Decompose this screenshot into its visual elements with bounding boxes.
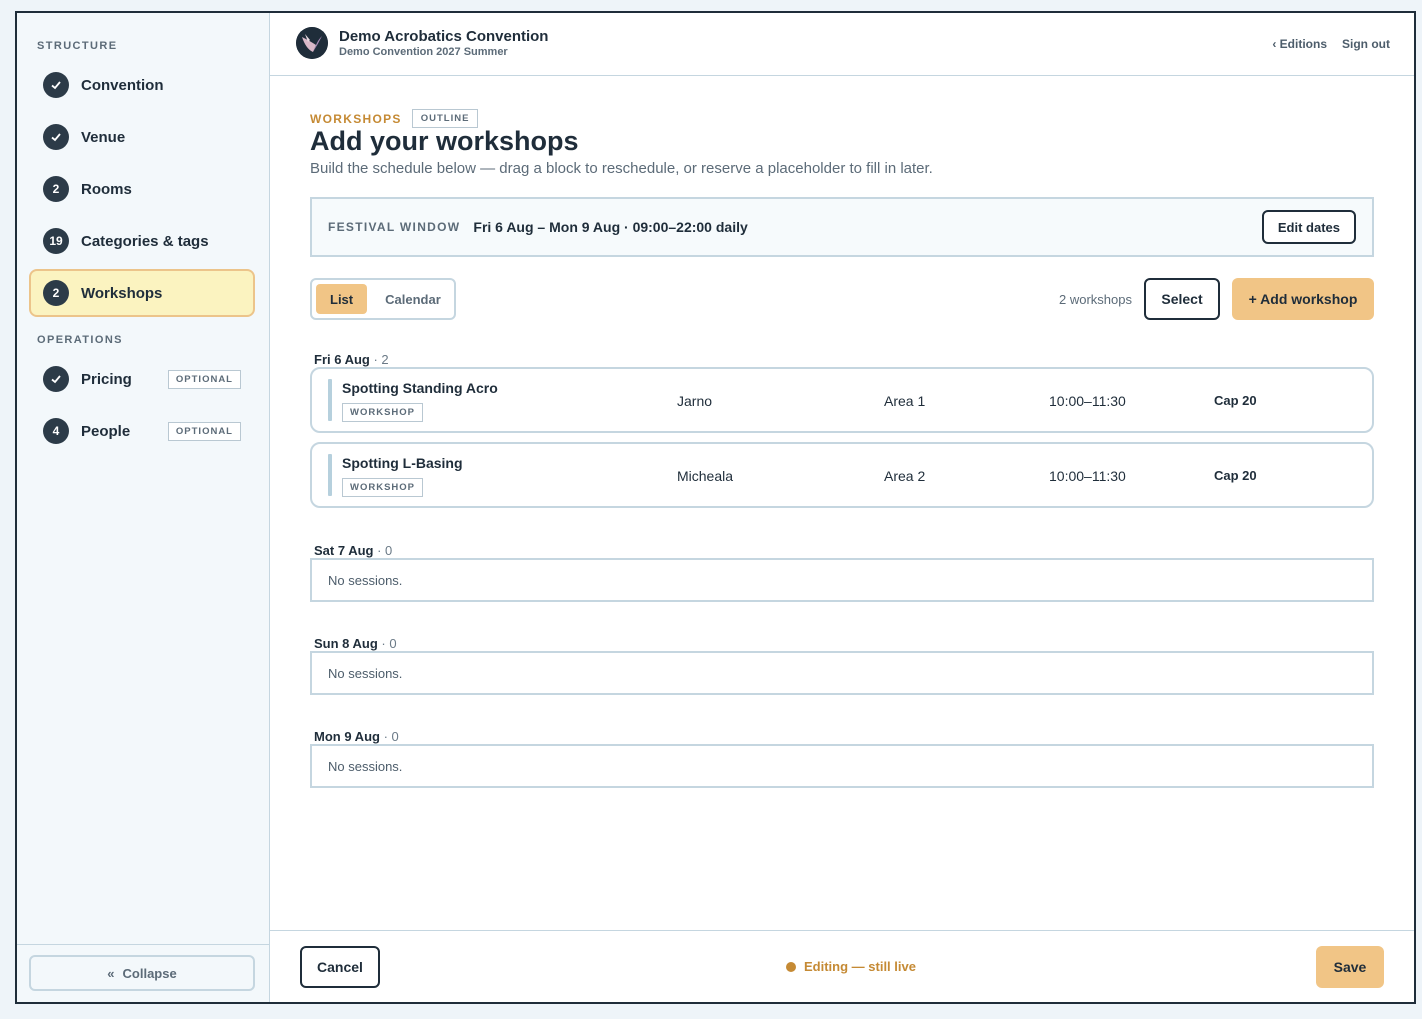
drag-handle[interactable]: [328, 379, 332, 421]
workshop-row[interactable]: Spotting Standing Acro WORKSHOP Jarno Ar…: [310, 367, 1374, 433]
day-count: · 0: [377, 636, 397, 651]
count-badge: 4: [43, 418, 69, 444]
edit-dates-button[interactable]: Edit dates: [1261, 210, 1356, 244]
sidebar-item-pricing[interactable]: Pricing OPTIONAL: [29, 355, 255, 403]
sign-out-link[interactable]: Sign out: [1342, 37, 1390, 51]
app-window: STRUCTURE Convention Venue 2 Rooms 19 Ca…: [15, 11, 1416, 1004]
count-badge: 2: [43, 280, 69, 306]
festival-window-value: Fri 6 Aug – Mon 9 Aug · 09:00–22:00 dail…: [473, 219, 748, 235]
day-count: · 0: [373, 543, 393, 558]
workshop-name: Spotting L-Basing: [342, 455, 463, 471]
select-button[interactable]: Select: [1144, 278, 1220, 320]
top-bar: Demo Acrobatics Convention Demo Conventi…: [270, 13, 1414, 76]
day-count: · 2: [369, 352, 389, 367]
sidebar-item-convention[interactable]: Convention: [29, 61, 255, 109]
day-label: Sat 7 Aug: [314, 543, 374, 558]
festival-window-box: FESTIVAL WINDOW Fri 6 Aug – Mon 9 Aug · …: [310, 197, 1374, 257]
workshop-type-tag: WORKSHOP: [342, 478, 423, 497]
workshop-row[interactable]: Spotting L-Basing WORKSHOP Micheala Area…: [310, 442, 1374, 508]
workshop-type-tag: WORKSHOP: [342, 403, 423, 422]
sidebar-item-label: Venue: [81, 128, 126, 146]
sidebar: STRUCTURE Convention Venue 2 Rooms 19 Ca…: [17, 13, 270, 1002]
edit-status: Editing — still live: [786, 959, 916, 974]
status-text: Editing — still live: [804, 959, 916, 974]
day-label: Fri 6 Aug: [314, 352, 370, 367]
sidebar-item-label: Pricing: [81, 370, 132, 388]
empty-day-slot[interactable]: No sessions.: [310, 558, 1374, 602]
section-eyebrow: WORKSHOPS: [310, 111, 402, 126]
add-workshop-button[interactable]: + Add workshop: [1232, 278, 1374, 320]
workshop-capacity: Cap 20: [1214, 393, 1257, 408]
workshop-name: Spotting Standing Acro: [342, 380, 498, 396]
sidebar-item-label: People: [81, 422, 131, 440]
workshop-teacher: Jarno: [677, 393, 713, 409]
structure-section-label: STRUCTURE: [37, 40, 118, 52]
sidebar-item-rooms[interactable]: 2 Rooms: [29, 165, 255, 213]
day-header: Sun 8 Aug · 0: [314, 636, 397, 651]
page-title: Add your workshops: [310, 126, 579, 156]
sidebar-item-people[interactable]: 4 People OPTIONAL: [29, 407, 255, 455]
main-content: Demo Acrobatics Convention Demo Conventi…: [270, 13, 1414, 1002]
check-icon: [43, 72, 69, 98]
collapse-label: Collapse: [122, 965, 177, 981]
sidebar-item-categories[interactable]: 19 Categories & tags: [29, 217, 255, 265]
workshop-room: Area 2: [884, 468, 926, 484]
view-toggle: List Calendar: [310, 278, 456, 320]
workshop-capacity: Cap 20: [1214, 468, 1257, 483]
day-header: Fri 6 Aug · 2: [314, 352, 389, 367]
sidebar-item-label: Workshops: [81, 284, 163, 302]
workshop-time: 10:00–11:30: [1049, 468, 1126, 484]
optional-tag: OPTIONAL: [167, 421, 241, 441]
day-label: Sun 8 Aug: [314, 636, 378, 651]
empty-day-slot[interactable]: No sessions.: [310, 744, 1374, 788]
operations-section-label: OPERATIONS: [37, 334, 123, 346]
logo-icon: [296, 27, 328, 59]
sidebar-item-workshops[interactable]: 2 Workshops: [29, 269, 255, 317]
drag-handle[interactable]: [328, 454, 332, 496]
day-header: Sat 7 Aug · 0: [314, 543, 392, 558]
editions-link[interactable]: ‹ Editions: [1272, 37, 1327, 51]
optional-tag: OPTIONAL: [167, 369, 241, 389]
double-chevron-left-icon: «: [107, 965, 115, 981]
count-badge: 2: [43, 176, 69, 202]
workshop-room: Area 1: [884, 393, 926, 409]
collapse-button[interactable]: « Collapse: [29, 955, 255, 991]
page-description: Build the schedule below — drag a block …: [310, 160, 933, 177]
cancel-button[interactable]: Cancel: [300, 946, 380, 988]
app-title: Demo Acrobatics Convention: [339, 28, 549, 45]
edition-subtitle: Demo Convention 2027 Summer: [339, 46, 508, 58]
count-badge: 19: [43, 228, 69, 254]
bottom-action-bar: Cancel Editing — still live Save: [270, 930, 1414, 1002]
sidebar-footer: « Collapse: [17, 944, 269, 1002]
view-list-button[interactable]: List: [316, 284, 368, 314]
sidebar-item-label: Convention: [81, 76, 164, 94]
status-dot-icon: [786, 961, 796, 972]
save-button[interactable]: Save: [1316, 946, 1384, 988]
sidebar-item-venue[interactable]: Venue: [29, 113, 255, 161]
check-icon: [43, 124, 69, 150]
sidebar-item-label: Categories & tags: [81, 232, 209, 250]
empty-day-slot[interactable]: No sessions.: [310, 651, 1374, 695]
day-count: · 0: [379, 729, 399, 744]
workshop-teacher: Micheala: [677, 468, 734, 484]
view-calendar-button[interactable]: Calendar: [371, 284, 455, 314]
festival-window-label: FESTIVAL WINDOW: [328, 220, 461, 234]
workshop-time: 10:00–11:30: [1049, 393, 1126, 409]
workshop-count: 2 workshops: [1059, 292, 1132, 307]
sidebar-item-label: Rooms: [81, 180, 132, 198]
check-icon: [43, 366, 69, 392]
day-label: Mon 9 Aug: [314, 729, 380, 744]
day-header: Mon 9 Aug · 0: [314, 729, 399, 744]
